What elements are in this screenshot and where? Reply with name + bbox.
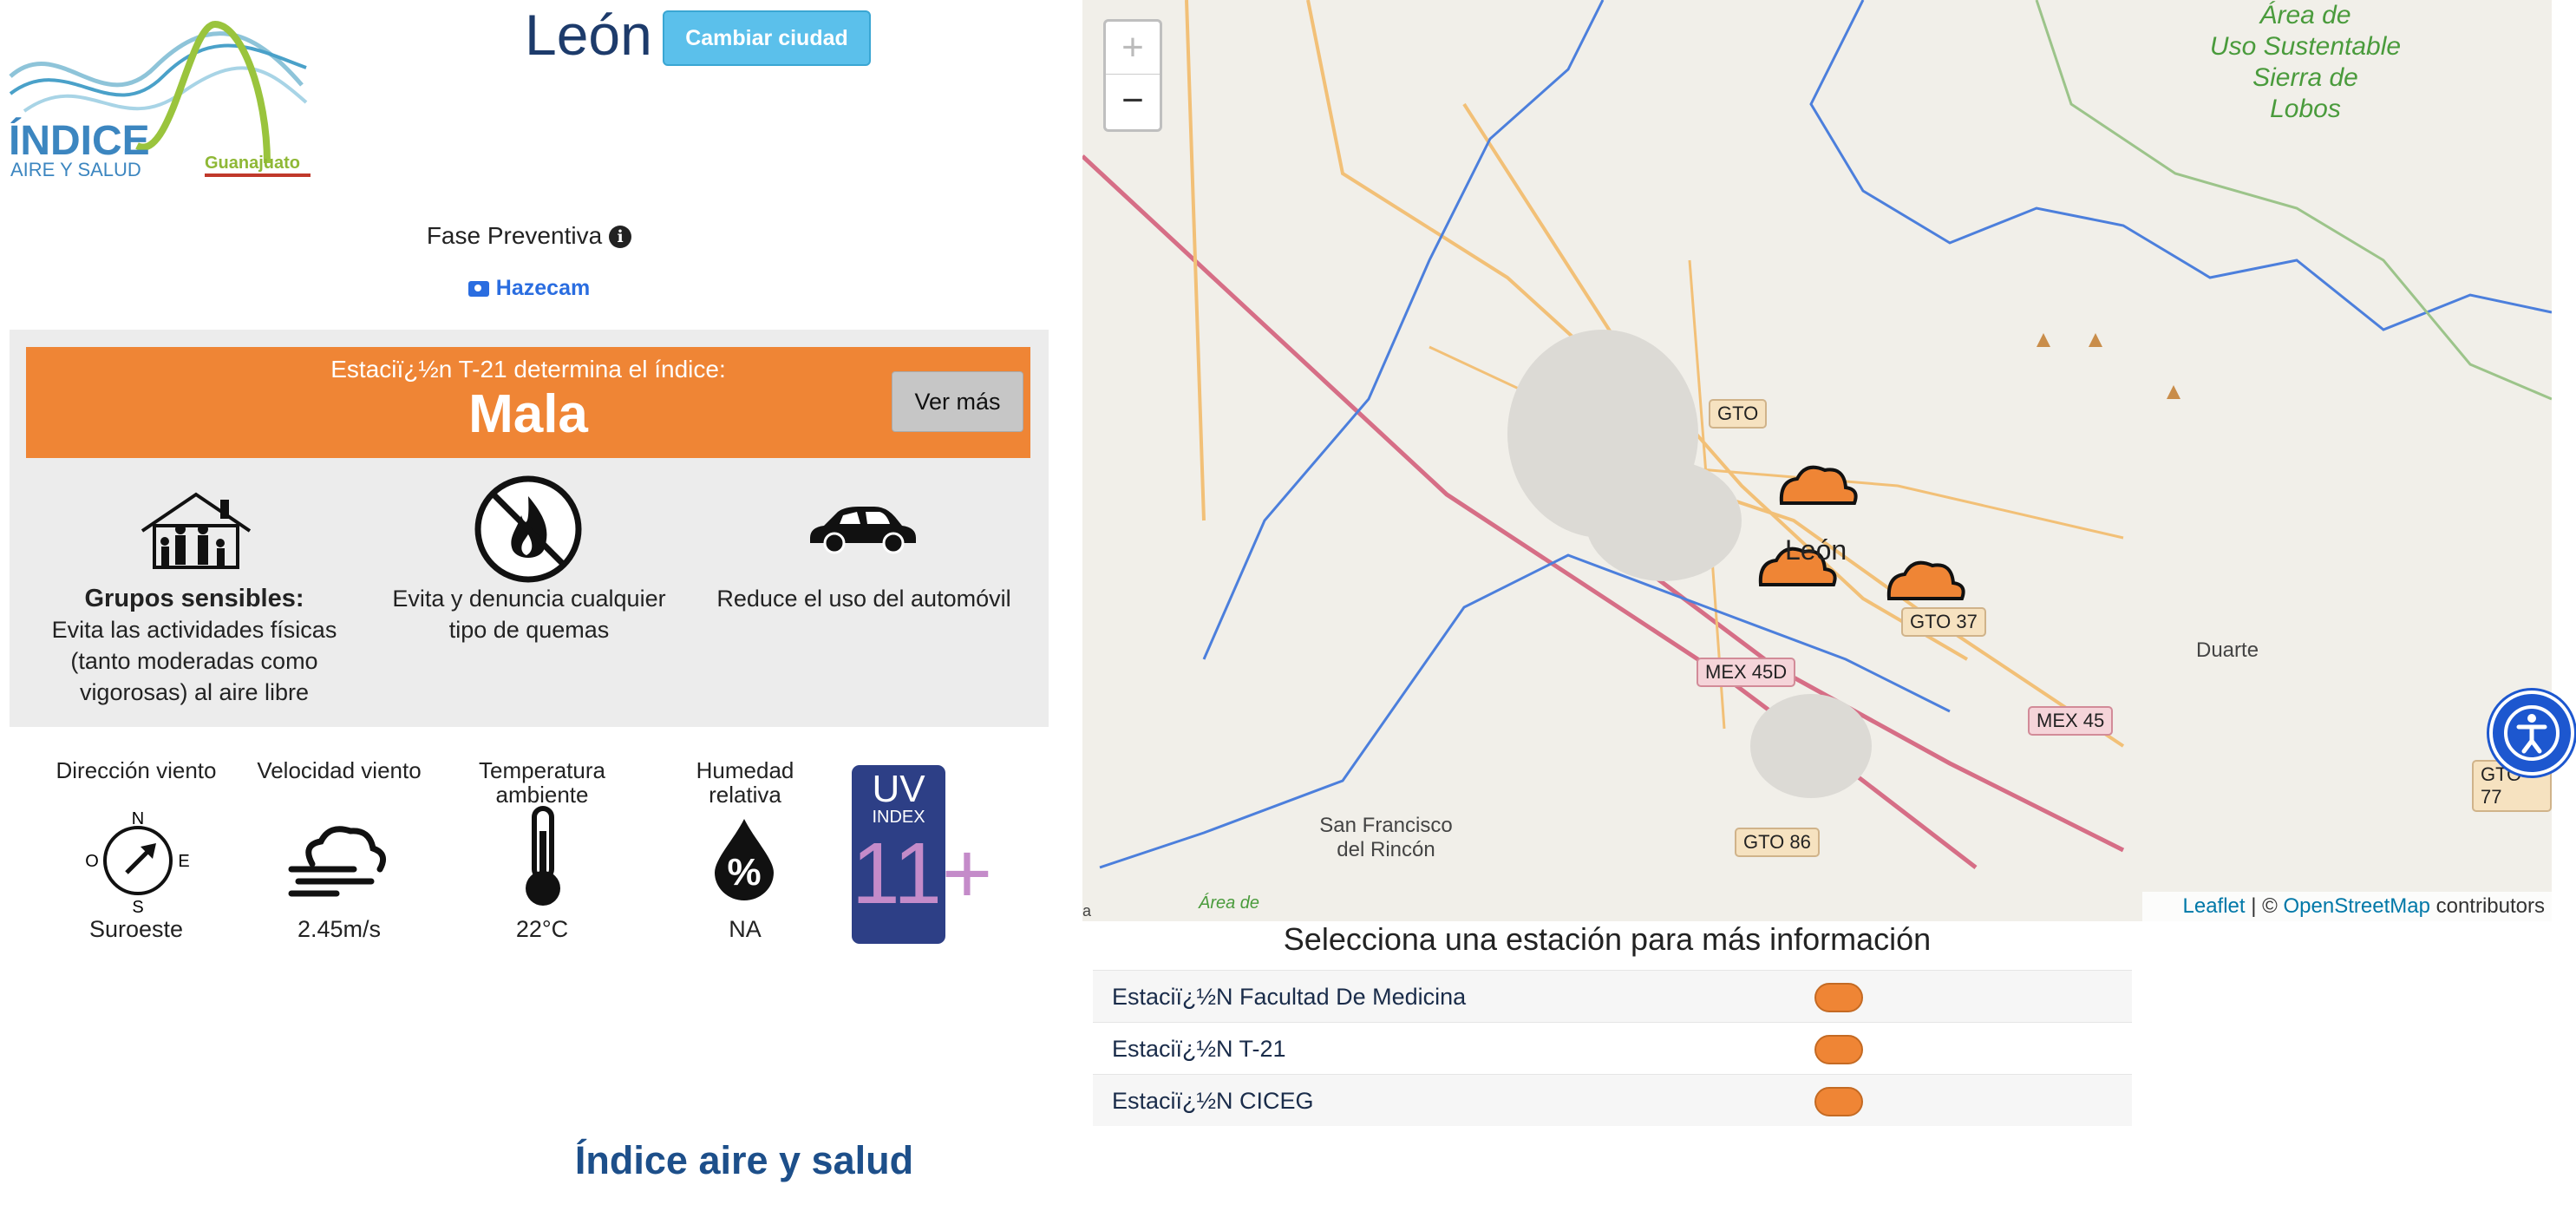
humidity-value: NA	[729, 916, 762, 942]
map-label-area-bottom: Área de	[1199, 894, 1260, 913]
temperature-value: 22°C	[515, 916, 569, 942]
map-label-mex45: MEX 45	[2028, 706, 2114, 736]
map-label-duarte: Duarte	[2196, 638, 2259, 662]
hazecam-link[interactable]: Hazecam	[0, 276, 1058, 301]
map-label-gto86: GTO 86	[1735, 828, 1820, 857]
map-attribution: Leaflet | © OpenStreetMap contributors	[2142, 892, 2552, 921]
accessibility-icon[interactable]	[2489, 691, 2574, 776]
info-icon[interactable]: i	[609, 226, 632, 248]
uv-label: UV	[872, 768, 925, 810]
svg-text:Guanajuato: Guanajuato	[205, 154, 300, 173]
uv-index-badge: UV INDEX 11+	[852, 765, 993, 944]
car-icon	[807, 503, 919, 555]
svg-text:%: %	[727, 851, 761, 894]
recommendation-burning: Evita y denuncia cualquier tipo de quema…	[373, 583, 685, 645]
camera-icon	[467, 281, 489, 297]
wind-cloud-icon	[286, 819, 390, 902]
zoom-out-button[interactable]: −	[1106, 75, 1160, 127]
recommendation-text: Evita y denuncia cualquier tipo de quema…	[392, 586, 666, 643]
station-name: Estaciï¿½N CICEG	[1112, 1088, 1314, 1114]
change-city-button[interactable]: Cambiar ciudad	[663, 10, 871, 66]
wind-direction-value: Suroeste	[88, 916, 184, 942]
zoom-control: + −	[1103, 19, 1162, 132]
recommendation-sensitive-groups: Grupos sensibles: Evita las actividades …	[33, 583, 356, 708]
station-status-indicator	[1814, 1087, 1863, 1116]
humidity-label: Humedad relativa	[696, 757, 794, 808]
station-status-indicator	[1814, 1035, 1863, 1064]
thermometer-icon	[519, 805, 567, 909]
svg-text:AIRE Y SALUD: AIRE Y SALUD	[10, 159, 141, 180]
city-title: León	[525, 3, 652, 67]
temperature-label: Temperatura ambiente	[479, 757, 605, 808]
map-label-protected-area: Área de Uso Sustentable Sierra de Lobos	[2209, 1, 2402, 123]
house-family-icon	[139, 491, 253, 571]
uv-index-label: INDEX	[872, 808, 925, 827]
determining-station-text: Estaciï¿½n T-21 determina el índice:	[330, 356, 726, 383]
recommendation-title: Grupos sensibles:	[84, 585, 304, 612]
map-canvas[interactable]: Área de Uso Sustentable Sierra de Lobos GTO…	[1082, 0, 2552, 921]
compass-icon: N S E O	[83, 807, 193, 917]
leaflet-link[interactable]: Leaflet	[2183, 894, 2246, 918]
zoom-in-button[interactable]: +	[1106, 22, 1160, 75]
uv-index-value: 11+	[852, 825, 993, 922]
svg-text:N: N	[132, 809, 144, 828]
wind-speed-value: 2.45m/s	[297, 916, 382, 942]
openstreetmap-link[interactable]: OpenStreetMap	[2284, 894, 2430, 918]
station-row[interactable]: Estaciï¿½N Facultad De Medicina	[1093, 970, 2132, 1022]
stations-title: Selecciona una estación para más informa…	[1283, 921, 1932, 957]
humidity-drop-icon: %	[711, 815, 777, 902]
map-label-edge: a	[1082, 902, 1092, 920]
recommendation-car: Reduce el uso del automóvil	[694, 583, 1034, 614]
ver-mas-button[interactable]: Ver más	[892, 371, 1023, 432]
wind-direction-label: Dirección viento	[56, 757, 217, 783]
station-row[interactable]: Estaciï¿½N CICEG	[1093, 1074, 2132, 1126]
map-label-gto37: GTO 37	[1901, 607, 1986, 637]
attribution-contributors: contributors	[2435, 894, 2545, 918]
air-quality-index-value: Mala	[468, 384, 588, 444]
recommendation-text: Evita las actividades físicas (tanto mod…	[51, 617, 337, 705]
attribution-separator: | ©	[2251, 894, 2278, 918]
station-name: Estaciï¿½N T-21	[1112, 1036, 1286, 1062]
hazecam-label: Hazecam	[495, 276, 591, 300]
map-label-san-francisco: San Francisco del Rincón	[1319, 814, 1453, 861]
svg-text:O: O	[85, 852, 99, 871]
svg-text:ÍNDICE: ÍNDICE	[9, 117, 150, 164]
no-burning-icon	[473, 474, 584, 585]
map-label-leon: León	[1785, 534, 1847, 566]
recommendation-text: Reduce el uso del automóvil	[716, 586, 1011, 612]
phase-label: Fase Preventiva	[426, 222, 603, 249]
site-logo[interactable]: ÍNDICE AIRE Y SALUD Guanajuato	[7, 16, 312, 180]
map-label-mex45d: MEX 45D	[1697, 658, 1796, 687]
station-row[interactable]: Estaciï¿½N T-21	[1093, 1022, 2132, 1074]
footer-title: Índice aire y salud	[574, 1138, 914, 1182]
svg-text:S: S	[132, 898, 143, 914]
wind-speed-label: Velocidad viento	[257, 757, 422, 783]
station-name: Estaciï¿½N Facultad De Medicina	[1112, 984, 1467, 1010]
svg-text:E: E	[178, 852, 189, 871]
station-status-indicator	[1814, 983, 1863, 1012]
phase-indicator: Fase Preventiva i	[0, 222, 1058, 250]
map-label-gto: GTO	[1709, 399, 1768, 429]
